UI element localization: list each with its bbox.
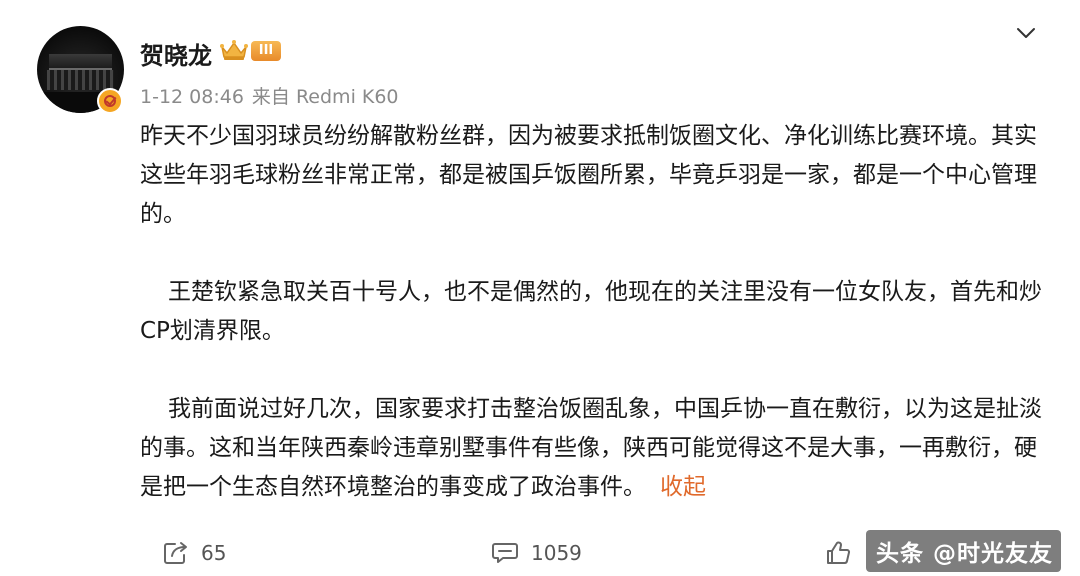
verified-badge-icon: [97, 88, 123, 114]
comment-count: 1059: [531, 541, 582, 565]
author-name[interactable]: 贺晓龙: [140, 36, 212, 71]
crown-icon[interactable]: [219, 39, 249, 61]
repost-button[interactable]: 65: [163, 537, 226, 569]
avatar-building-lights: [47, 70, 114, 90]
comment-button[interactable]: 1059: [491, 537, 582, 569]
share-icon: [164, 542, 187, 564]
post-paragraph: 我前面说过好几次，国家要求打击整治饭圈乱象，中国乒协一直在敷衍，以为这是扯淡的事…: [140, 390, 1050, 507]
weibo-post: 贺晓龙 III 1-12 08:46 来自 Redmi K60 昨天不少国羽球员纷…: [0, 0, 1080, 576]
thumbs-up-icon: [827, 541, 851, 564]
comment-icon: [492, 543, 518, 563]
post-timestamp: 1-12 08:46: [140, 86, 244, 108]
level-badge[interactable]: III: [251, 41, 281, 61]
like-button[interactable]: [825, 537, 863, 569]
post-body: 昨天不少国羽球员纷纷解散粉丝群，因为被要求抵制饭圈文化、净化训练比赛环境。其实这…: [140, 117, 1050, 507]
watermark: 头条 @时光友友: [866, 530, 1062, 572]
collapse-link[interactable]: 收起: [660, 474, 706, 500]
post-meta: 1-12 08:46 来自 Redmi K60: [140, 82, 407, 109]
post-source: 来自 Redmi K60: [251, 86, 399, 108]
avatar-building-roof: [49, 54, 112, 70]
chevron-down-icon[interactable]: [1016, 26, 1036, 40]
post-paragraph: 昨天不少国羽球员纷纷解散粉丝群，因为被要求抵制饭圈文化、净化训练比赛环境。其实这…: [140, 123, 1037, 227]
post-paragraph: 王楚钦紧急取关百十号人，也不是偶然的，他现在的关注里没有一位女队友，首先和炒CP…: [140, 279, 1042, 344]
post-paragraph-text: 我前面说过好几次，国家要求打击整治饭圈乱象，中国乒协一直在敷衍，以为这是扯淡的事…: [140, 396, 1042, 500]
repost-count: 65: [201, 541, 227, 565]
